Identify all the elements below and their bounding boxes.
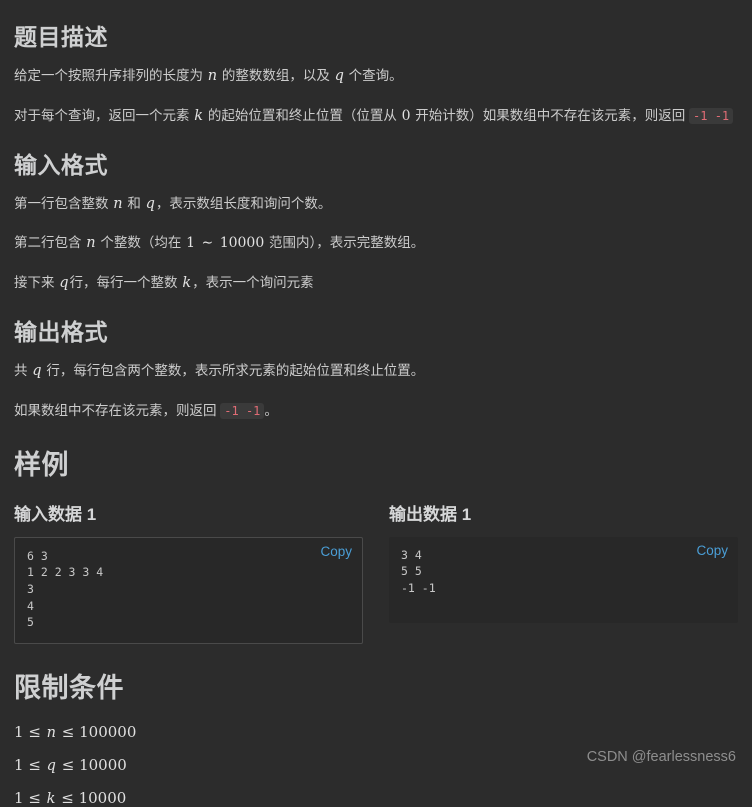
inp-l3-c: ，表示一个询问元素 xyxy=(192,275,314,290)
desc-p1-text-a: 给定一个按照升序排列的长度为 xyxy=(14,68,207,83)
constraint-hi: 10000 xyxy=(79,756,127,775)
num-one: 1 xyxy=(186,235,196,252)
constraint-rel1: ≤ xyxy=(23,723,46,742)
input-format-line-3: 接下来 q行，每行一个整数 k，表示一个询问元素 xyxy=(14,273,738,295)
var-n: n xyxy=(113,195,123,212)
output-format-line-2: 如果数组中不存在该元素，则返回 -1 -1。 xyxy=(14,401,738,421)
constraint-rel1: ≤ xyxy=(23,789,46,807)
input-format-line-2: 第二行包含 n 个整数（均在 1 ∼ 10000 范围内），表示完整数组。 xyxy=(14,233,738,255)
constraint-lo: 1 xyxy=(14,756,24,775)
inp-l3-a: 接下来 xyxy=(14,275,59,290)
sample-output-box: Copy 3 4 5 5 -1 -1 xyxy=(389,536,738,623)
sample-input-column: 输入数据 1 Copy 6 3 1 2 2 3 3 4 3 4 5 xyxy=(14,500,363,645)
inline-code-minus-one: -1 -1 xyxy=(220,402,265,419)
samples-container: 输入数据 1 Copy 6 3 1 2 2 3 3 4 3 4 5 输出数据 1… xyxy=(14,500,738,645)
out-l2-b: 。 xyxy=(264,402,278,418)
var-n: n xyxy=(207,68,218,84)
constraint-line: 1 ≤ n ≤ 100000 xyxy=(14,723,738,741)
input-format-line-1: 第一行包含整数 n 和 q，表示数组长度和询问个数。 xyxy=(14,194,738,216)
constraint-hi: 10000 xyxy=(78,789,127,807)
var-n: n xyxy=(86,235,96,252)
sample-output-column: 输出数据 1 Copy 3 4 5 5 -1 -1 xyxy=(389,500,738,644)
inp-l2-b: 个整数（均在 xyxy=(96,235,186,251)
var-q: q xyxy=(334,68,344,84)
constraint-rel1: ≤ xyxy=(23,756,46,775)
copy-input-button[interactable]: Copy xyxy=(320,544,352,559)
constraint-line: 1 ≤ k ≤ 10000 xyxy=(14,789,738,807)
section-title-description: 题目描述 xyxy=(14,24,108,50)
sample-input-label: 输入数据 1 xyxy=(14,504,97,524)
sample-input-content: 6 3 1 2 2 3 3 4 3 4 5 xyxy=(27,548,104,630)
var-k: k xyxy=(182,275,192,291)
num-zero: 0 xyxy=(401,107,411,124)
desc-p1-text-c: 个查询。 xyxy=(344,68,403,83)
watermark-text: CSDN @fearlessness6 xyxy=(586,749,736,765)
section-title-input-format: 输入格式 xyxy=(14,151,108,178)
constraint-lo: 1 xyxy=(14,789,24,807)
var-q: q xyxy=(32,362,42,379)
constraint-lo: 1 xyxy=(14,723,24,742)
problem-page: 题目描述 给定一个按照升序排列的长度为 n 的整数数组，以及 q 个查询。 对于… xyxy=(0,0,752,807)
constraints-list: 1 ≤ n ≤ 100000 1 ≤ q ≤ 10000 1 ≤ k ≤ 100… xyxy=(14,723,738,807)
desc-p2-text-a: 对于每个查询，返回一个元素 xyxy=(14,107,194,123)
inp-l1-a: 第一行包含整数 xyxy=(14,195,113,211)
copy-output-button[interactable]: Copy xyxy=(696,543,728,558)
sample-input-box: Copy 6 3 1 2 2 3 3 4 3 4 5 xyxy=(14,536,363,645)
desc-p2-text-b: 的起始位置和终止位置（位置从 xyxy=(204,107,401,123)
var-k: k xyxy=(194,107,204,124)
inline-code-minus-one: -1 -1 xyxy=(689,107,734,124)
section-title-output-format: 输出格式 xyxy=(14,318,108,345)
num-10000: 10000 xyxy=(219,235,265,252)
inp-l1-b: 和 xyxy=(123,195,145,211)
constraint-rel2: ≤ xyxy=(57,723,80,742)
out-l2-a: 如果数组中不存在该元素，则返回 xyxy=(14,402,221,418)
section-title-samples: 样例 xyxy=(14,449,69,480)
constraint-var: n xyxy=(46,725,56,742)
sample-output-content: 3 4 5 5 -1 -1 xyxy=(401,547,436,596)
out-l1-a: 共 xyxy=(14,362,32,378)
out-l1-b: 行，每行包含两个整数，表示所求元素的起始位置和终止位置。 xyxy=(42,362,425,378)
inp-l3-b: 行，每行一个整数 xyxy=(69,275,182,290)
constraint-rel2: ≤ xyxy=(56,756,80,775)
desc-p2-text-c: 开始计数）如果数组中不存在该元素，则返回 xyxy=(411,107,690,123)
constraint-var: q xyxy=(46,758,56,775)
inp-l2-c: 范围内），表示完整数组。 xyxy=(265,235,425,251)
inp-l1-c: ，表示数组长度和询问个数。 xyxy=(155,195,332,211)
output-format-line-1: 共 q 行，每行包含两个整数，表示所求元素的起始位置和终止位置。 xyxy=(14,361,738,383)
constraint-hi: 100000 xyxy=(79,723,137,742)
section-title-constraints: 限制条件 xyxy=(14,673,124,704)
var-q: q xyxy=(59,275,69,291)
inp-l2-a: 第二行包含 xyxy=(14,235,86,251)
desc-p1-text-b: 的整数数组，以及 xyxy=(218,68,334,83)
description-paragraph-1: 给定一个按照升序排列的长度为 n 的整数数组，以及 q 个查询。 xyxy=(14,66,738,88)
constraint-rel2: ≤ xyxy=(56,789,79,807)
var-q: q xyxy=(145,195,155,212)
sample-output-label: 输出数据 1 xyxy=(389,504,472,524)
tilde-symbol: ∼ xyxy=(197,235,218,252)
description-paragraph-2: 对于每个查询，返回一个元素 k 的起始位置和终止位置（位置从 0 开始计数）如果… xyxy=(14,106,738,128)
constraint-var: k xyxy=(46,791,56,807)
